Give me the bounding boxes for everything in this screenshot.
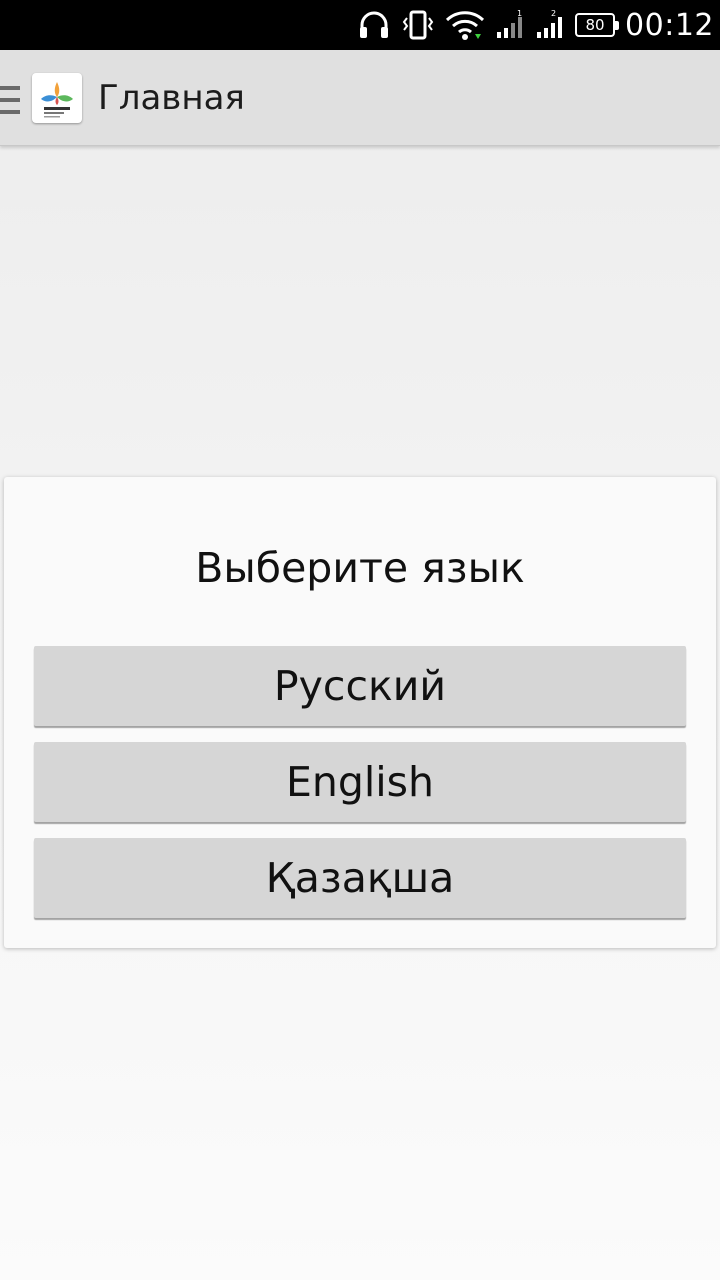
svg-text:2: 2 bbox=[551, 9, 556, 18]
dialog-title: Выберите язык bbox=[195, 544, 525, 592]
signal-2-icon: 2 bbox=[535, 8, 565, 42]
svg-text:1: 1 bbox=[517, 9, 522, 18]
vibrate-icon bbox=[401, 8, 435, 42]
screen: 1 2 80 00:12 Главная Выберите язык Русск… bbox=[0, 0, 720, 1280]
russian-language-button[interactable]: Русский bbox=[34, 646, 686, 726]
wifi-icon bbox=[445, 8, 485, 42]
expo-logo-icon[interactable] bbox=[32, 73, 82, 123]
menu-icon[interactable] bbox=[0, 86, 20, 114]
battery-icon: 80 bbox=[575, 13, 620, 37]
status-time: 00:12 bbox=[625, 7, 714, 43]
page-title: Главная bbox=[98, 78, 245, 118]
headphones-icon bbox=[357, 8, 391, 42]
battery-level: 80 bbox=[585, 16, 605, 34]
status-bar: 1 2 80 00:12 bbox=[0, 0, 720, 50]
kazakh-language-button[interactable]: Қазақша bbox=[34, 838, 686, 918]
app-bar: Главная bbox=[0, 50, 720, 146]
signal-1-icon: 1 bbox=[495, 8, 525, 42]
english-language-button[interactable]: English bbox=[34, 742, 686, 822]
